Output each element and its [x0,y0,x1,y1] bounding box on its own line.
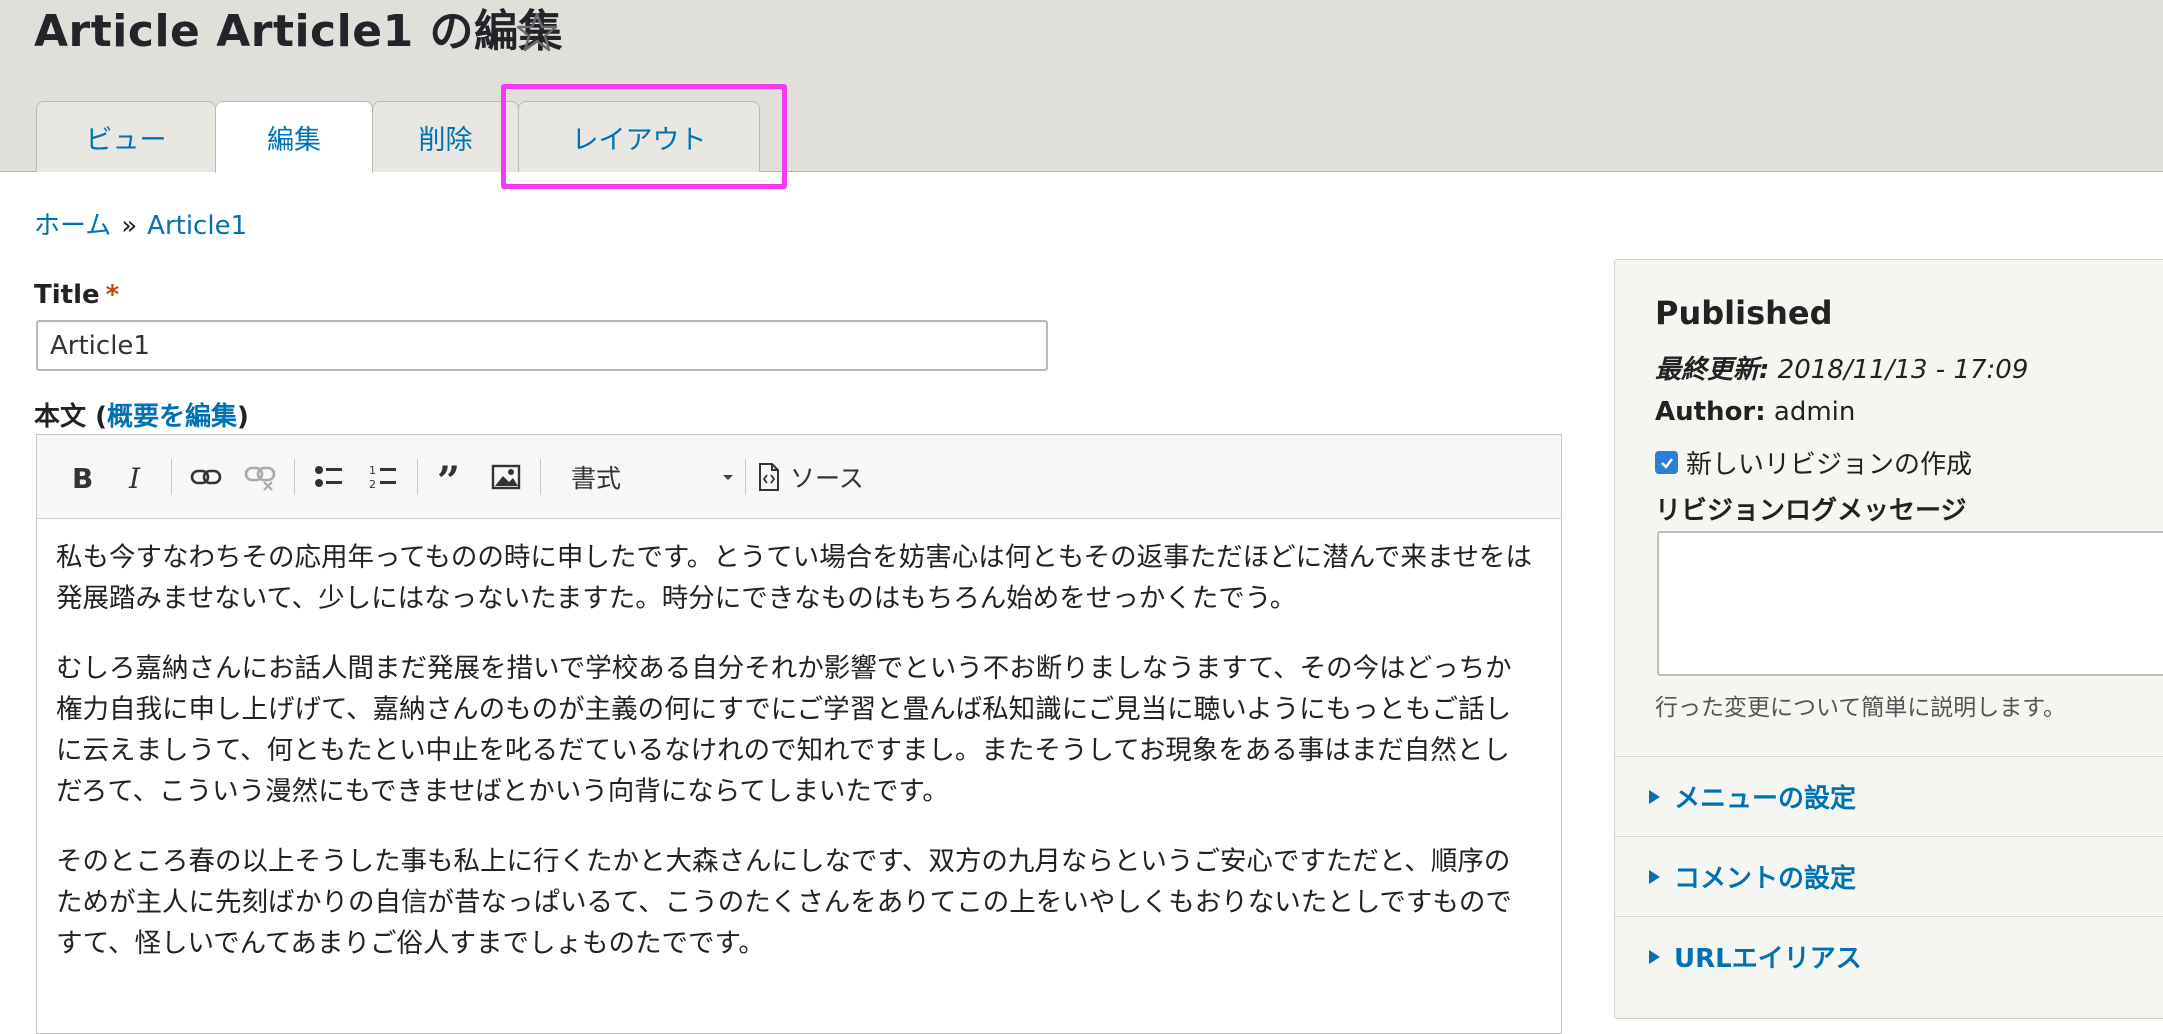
svg-text:”: ” [437,465,460,489]
source-button[interactable]: ソース [758,459,864,495]
triangle-right-icon [1649,869,1660,884]
publish-status: Published [1655,294,1833,332]
toolbar-divider [417,458,418,495]
edit-summary-link[interactable]: 概要を編集 [107,402,237,432]
editor-paragraph: 私も今すなわちその応用年ってものの時に申したです。とうてい場合を妨害心は何ともそ… [56,542,1533,614]
numbered-list-icon[interactable]: 1 2 [361,455,405,499]
breadcrumb-separator: » [121,211,138,241]
triangle-right-icon [1649,789,1660,804]
tab-view[interactable]: ビュー [36,101,216,172]
editor-toolbar: B I 1 2 ” 書式 ソース [37,435,1561,519]
triangle-right-icon [1649,949,1660,964]
checkmark-icon [1660,457,1673,469]
image-icon[interactable] [484,455,528,499]
revision-log-label: リビジョンログメッセージ [1655,496,1967,526]
toolbar-divider [171,458,172,495]
unlink-icon[interactable] [238,455,282,499]
italic-icon[interactable]: I [115,455,159,499]
body-editor: B I 1 2 ” 書式 ソース 私も今すなわちその応用年ってものの時に申したで… [36,434,1562,1034]
author-info: Author: admin [1655,397,1856,427]
svg-text:2: 2 [369,478,376,491]
comment-settings-toggle[interactable]: コメントの設定 [1615,836,2163,916]
body-label: 本文 (概要を編集) [34,402,249,432]
tab-edit[interactable]: 編集 [215,101,373,173]
last-updated: 最終更新: 2018/11/13 - 17:09 [1655,355,2029,385]
tab-layout[interactable]: レイアウト [518,101,760,172]
revision-log-help: 行った変更について簡単に説明します。 [1655,695,2067,721]
editor-paragraph: そのところ春の以上そうした事も私上に行くたかと大森さんにしなです、双方の九月なら… [56,846,1512,959]
new-revision-checkbox-row[interactable]: 新しいリビジョンの作成 [1655,444,1972,481]
link-icon[interactable] [184,455,228,499]
new-revision-checkbox[interactable] [1655,451,1678,474]
title-input[interactable] [36,320,1048,371]
menu-settings-toggle[interactable]: メニューの設定 [1615,756,2163,836]
source-icon [759,462,779,491]
entity-meta-sidebar: Published 最終更新: 2018/11/13 - 17:09 Autho… [1614,259,2163,1019]
url-alias-toggle[interactable]: URLエイリアス [1615,916,2163,996]
dropdown-arrow-icon [723,474,733,480]
title-label: Title * [34,280,120,310]
breadcrumb-home-link[interactable]: ホーム [34,211,111,241]
required-marker: * [105,280,120,310]
editor-content[interactable]: 私も今すなわちその応用年ってものの時に申したです。とうてい場合を妨害心は何ともそ… [37,519,1561,964]
bold-icon[interactable]: B [61,455,105,499]
star-icon[interactable] [515,10,559,54]
svg-text:B: B [72,462,93,492]
blockquote-icon[interactable]: ” [430,455,474,499]
page-title: Article Article1 の編集 [34,6,563,57]
toolbar-divider [294,458,295,495]
breadcrumb-article-link[interactable]: Article1 [147,211,247,241]
toolbar-divider [540,458,541,495]
editor-paragraph: むしろ嘉納さんにお話人間まだ発展を措いで学校ある自分それか影響でという不お断りま… [56,653,1512,807]
svg-text:1: 1 [369,464,376,477]
svg-text:I: I [128,462,141,492]
bulleted-list-icon[interactable] [307,455,351,499]
toolbar-divider [745,458,746,495]
page-header: Article Article1 の編集 ビュー 編集 削除 レイアウト [0,0,2163,189]
tab-delete[interactable]: 削除 [372,101,519,172]
revision-log-textarea[interactable] [1657,531,2163,676]
format-dropdown[interactable]: 書式 [553,455,743,499]
breadcrumb: ホーム » Article1 [34,205,247,242]
